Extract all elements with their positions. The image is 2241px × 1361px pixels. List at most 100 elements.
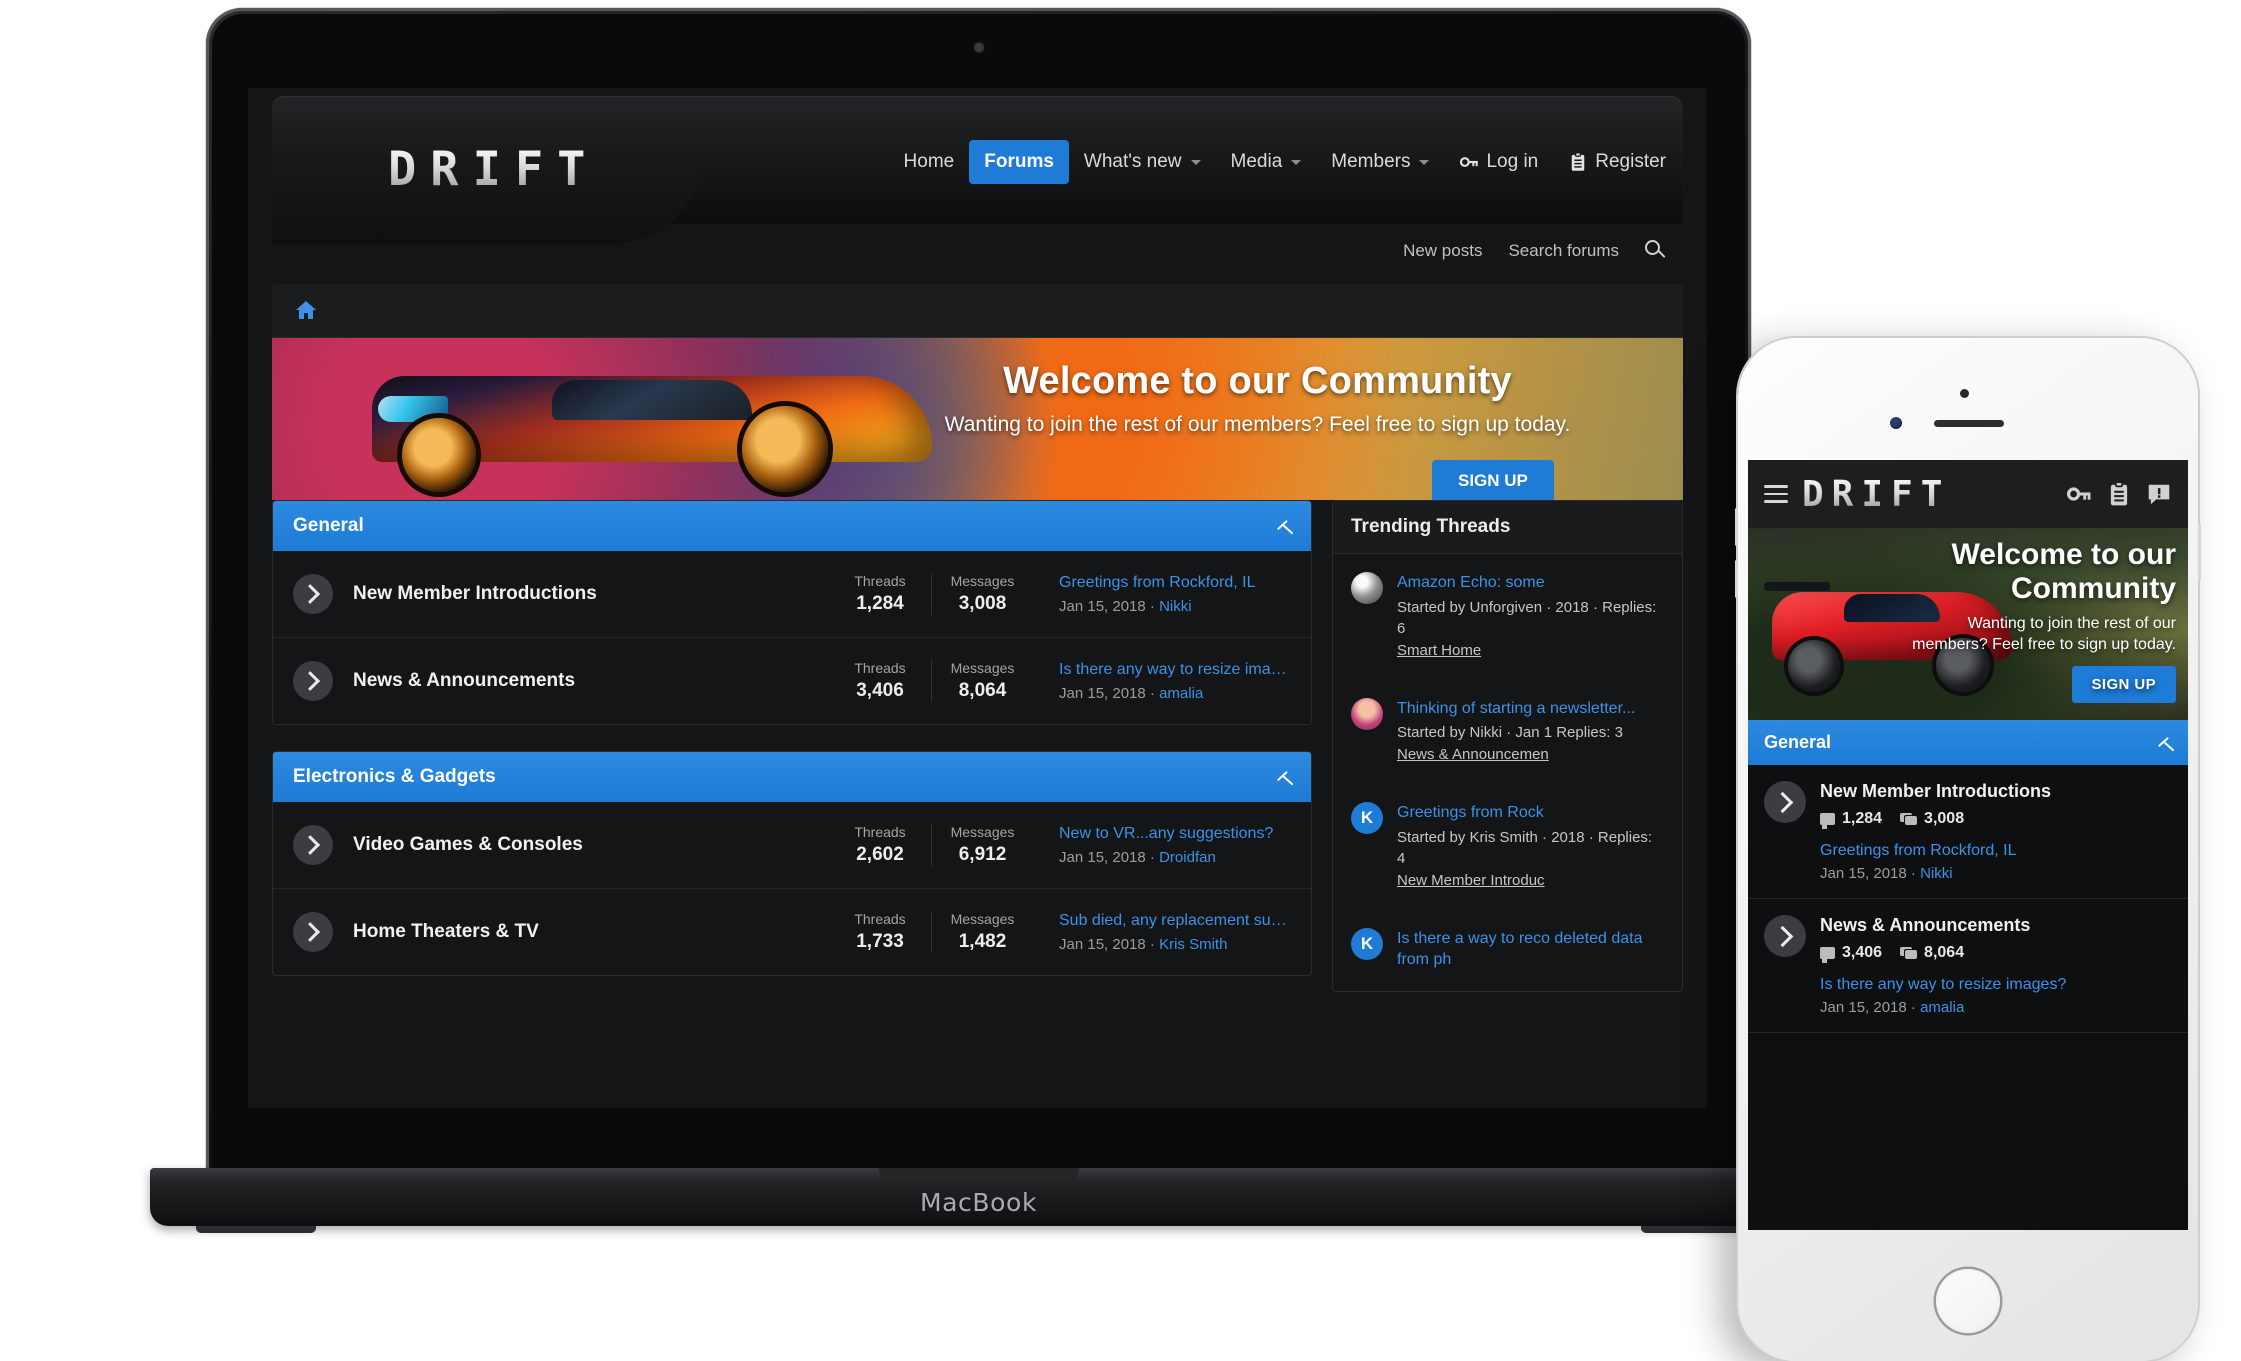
- secondary-navigation: New posts Search forums: [1403, 240, 1667, 262]
- avatar: [1351, 572, 1383, 604]
- thread-node[interactable]: Smart Home: [1397, 642, 1481, 659]
- forum-row[interactable]: News & Announcements Threads 3,406 Messa…: [273, 638, 1311, 724]
- forum-arrow-icon: [293, 661, 333, 701]
- nav-item-forums[interactable]: Forums: [969, 140, 1069, 184]
- thread-bubble-icon: [1820, 813, 1835, 829]
- message-bubbles-icon: [1900, 813, 1918, 825]
- home-icon[interactable]: [294, 298, 318, 322]
- threads-label: Threads: [854, 660, 906, 676]
- nav-item-new-posts[interactable]: New posts: [1403, 241, 1482, 261]
- phone-volume-up-button[interactable]: [1735, 508, 1738, 546]
- nav-item-search-forums[interactable]: Search forums: [1508, 241, 1619, 261]
- last-post-date: Jan 15, 2018: [1059, 848, 1146, 866]
- mobile-header: DRIFT: [1748, 460, 2188, 528]
- thread-node[interactable]: News & Announcemen: [1397, 746, 1549, 763]
- last-post-author[interactable]: Kris Smith: [1159, 936, 1227, 953]
- dot-separator: ·: [1910, 999, 1921, 1016]
- macbook-device: DRIFT Home Forums What's new Media Membe…: [150, 8, 1807, 1233]
- category-header-general[interactable]: General: [273, 501, 1311, 551]
- forum-name[interactable]: Home Theaters & TV: [353, 921, 829, 943]
- chevron-up-icon[interactable]: [2156, 735, 2172, 751]
- mobile-forum-row[interactable]: New Member Introductions 1,284 3,008 Gre…: [1748, 765, 2188, 899]
- forum-name[interactable]: News & Announcements: [353, 670, 829, 692]
- laptop-foot-left: [196, 1226, 316, 1233]
- last-post-date: Jan 15, 2018: [1820, 999, 1907, 1016]
- chevron-down-icon: [1291, 159, 1302, 165]
- hamburger-menu-icon[interactable]: [1764, 485, 1788, 503]
- thread-title[interactable]: Thinking of starting a newsletter...: [1397, 698, 1664, 720]
- mobile-forum-name[interactable]: New Member Introductions: [1820, 781, 2172, 802]
- forum-arrow-icon: [293, 574, 333, 614]
- forum-list-column: General New Member Introductions Threads…: [272, 500, 1312, 1108]
- mobile-forum-row[interactable]: News & Announcements 3,406 8,064 Is ther…: [1748, 899, 2188, 1033]
- clipboard-icon[interactable]: [2106, 481, 2132, 507]
- forum-row[interactable]: New Member Introductions Threads 1,284 M…: [273, 551, 1311, 638]
- last-post-author[interactable]: amalia: [1920, 999, 1964, 1016]
- last-post-author[interactable]: Droidfan: [1159, 849, 1216, 866]
- mobile-signup-button[interactable]: SIGN UP: [2071, 665, 2176, 703]
- messages-label: Messages: [950, 911, 1015, 927]
- nav-item-login[interactable]: Log in: [1444, 140, 1553, 184]
- thread-title[interactable]: Greetings from Rock: [1397, 802, 1664, 824]
- threads-stat: Threads 2,602: [829, 824, 931, 866]
- list-item[interactable]: K Greetings from Rock Started by Kris Sm…: [1333, 784, 1682, 910]
- banner-subtitle: Wanting to join the rest of our members?…: [944, 413, 1571, 436]
- forum-row[interactable]: Video Games & Consoles Threads 2,602 Mes…: [273, 802, 1311, 889]
- chevron-up-icon[interactable]: [1275, 769, 1291, 785]
- threads-stat: Threads 1,733: [829, 911, 931, 953]
- thread-title[interactable]: Is there a way to reco deleted data from…: [1397, 928, 1664, 971]
- nav-item-members[interactable]: Members: [1316, 140, 1444, 184]
- messages-label: Messages: [950, 660, 1015, 676]
- last-post-author[interactable]: Nikki: [1920, 865, 1953, 882]
- category-header-electronics-gadgets[interactable]: Electronics & Gadgets: [273, 752, 1311, 802]
- last-post-title[interactable]: Sub died, any replacement sugg…: [1059, 912, 1291, 930]
- forum-row[interactable]: Home Theaters & TV Threads 1,733 Message…: [273, 889, 1311, 975]
- threads-stat: Threads 1,284: [829, 573, 931, 615]
- messages-count: 1,482: [958, 931, 1007, 952]
- site-logo[interactable]: DRIFT: [388, 142, 599, 197]
- chevron-up-icon[interactable]: [1275, 518, 1291, 534]
- list-item[interactable]: Thinking of starting a newsletter... Sta…: [1333, 680, 1682, 785]
- forum-name[interactable]: Video Games & Consoles: [353, 834, 829, 856]
- signup-button[interactable]: SIGN UP: [1432, 460, 1554, 500]
- phone-volume-down-button[interactable]: [1735, 560, 1738, 598]
- last-post-title[interactable]: Greetings from Rockford, IL: [1059, 574, 1291, 592]
- list-item[interactable]: K Is there a way to reco deleted data fr…: [1333, 910, 1682, 991]
- dot-separator: ·: [1149, 684, 1160, 702]
- threads-count: 1,284: [1842, 810, 1883, 827]
- site-header: DRIFT Home Forums What's new Media Membe…: [248, 88, 1707, 244]
- last-post: Is there any way to resize image… Jan 15…: [1059, 661, 1291, 702]
- chevron-down-icon: [1190, 159, 1201, 165]
- messages-stat: 8,064: [1900, 944, 1964, 962]
- mobile-last-post-title[interactable]: Is there any way to resize images?: [1820, 976, 2172, 994]
- category-title: General: [293, 515, 364, 536]
- phone-earpiece-speaker: [1934, 420, 2004, 427]
- mobile-site-logo[interactable]: DRIFT: [1802, 474, 2052, 515]
- nav-item-media[interactable]: Media: [1216, 140, 1317, 184]
- nav-item-home[interactable]: Home: [889, 140, 970, 184]
- phone-power-button[interactable]: [2198, 523, 2201, 581]
- last-post-title[interactable]: Is there any way to resize image…: [1059, 661, 1291, 679]
- nav-item-register[interactable]: Register: [1553, 140, 1681, 184]
- mobile-category-header-general[interactable]: General: [1748, 720, 2188, 765]
- thread-meta: Started by Nikki · Jan 1 Replies: 3: [1397, 724, 1623, 742]
- last-post-author[interactable]: Nikki: [1159, 598, 1192, 615]
- nav-item-whats-new[interactable]: What's new: [1069, 140, 1216, 184]
- thread-node[interactable]: New Member Introduc: [1397, 872, 1545, 889]
- primary-navigation: Home Forums What's new Media Members Log…: [889, 140, 1681, 184]
- dot-separator: ·: [1149, 597, 1160, 615]
- avatar: [1351, 697, 1383, 730]
- list-item[interactable]: Amazon Echo: some Started by Unforgiven …: [1333, 554, 1682, 680]
- last-post-date: Jan 15, 2018: [1059, 597, 1146, 615]
- mobile-last-post-title[interactable]: Greetings from Rockford, IL: [1820, 842, 2172, 860]
- alert-bubble-icon[interactable]: [2146, 481, 2172, 507]
- search-icon[interactable]: [1645, 240, 1667, 262]
- key-icon[interactable]: [2066, 481, 2092, 507]
- phone-home-button[interactable]: [1936, 1269, 2000, 1333]
- last-post-author[interactable]: amalia: [1159, 685, 1203, 702]
- mobile-forum-name[interactable]: News & Announcements: [1820, 915, 2172, 936]
- forum-name[interactable]: New Member Introductions: [353, 583, 829, 605]
- thread-title[interactable]: Amazon Echo: some: [1397, 572, 1664, 594]
- last-post-title[interactable]: New to VR...any suggestions?: [1059, 825, 1291, 843]
- laptop-base: MacBook: [150, 1168, 1807, 1226]
